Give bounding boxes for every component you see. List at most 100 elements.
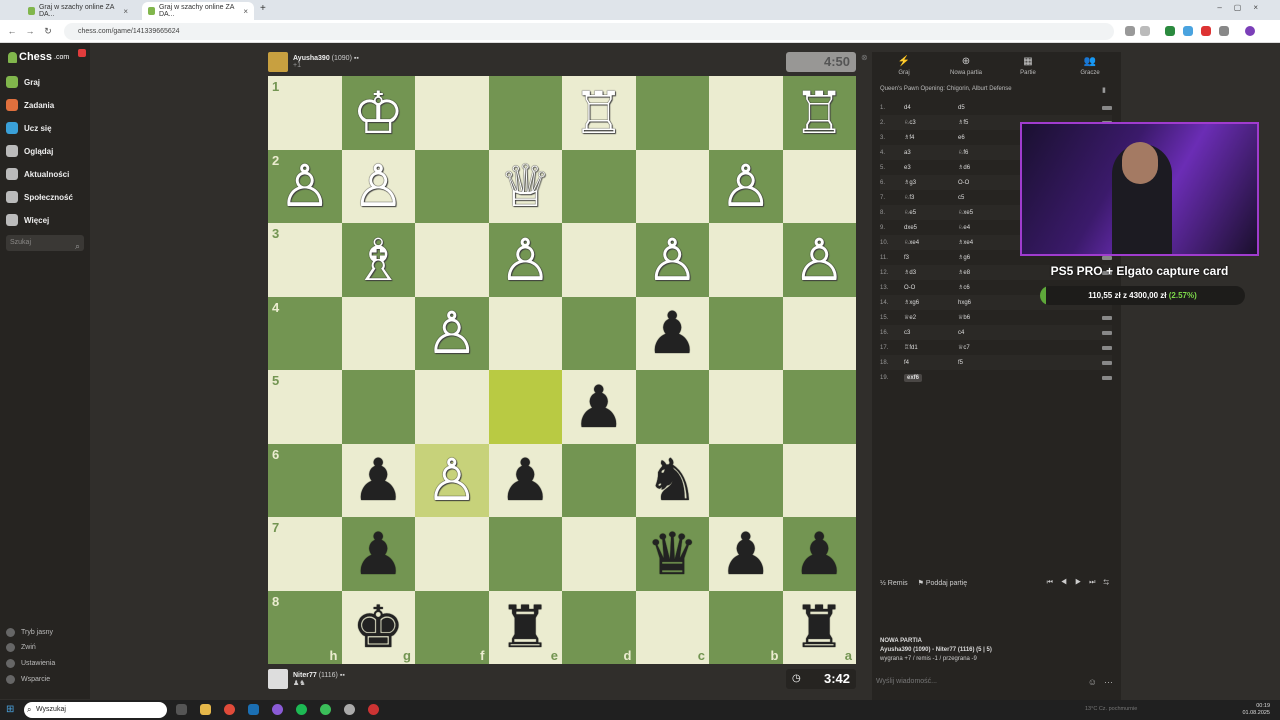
app-icon[interactable] [272, 704, 283, 715]
avatar[interactable] [268, 669, 288, 689]
square-d1[interactable]: ♖ [562, 76, 636, 150]
top-player-name[interactable]: Ayusha390 [293, 55, 330, 62]
white-move[interactable]: ♘f3 [904, 194, 958, 201]
square-d5[interactable]: ♟ [562, 370, 636, 444]
sidebar-item-5[interactable]: Aktualności [6, 165, 69, 183]
square-f4[interactable]: ♙ [415, 296, 489, 370]
chat-input[interactable]: Wyślij wiadomość... ☺ ⋯ [872, 674, 1121, 690]
square-e5[interactable] [488, 370, 562, 444]
black-pawn-icon[interactable]: ♟ [793, 525, 845, 583]
square-c2[interactable] [635, 149, 709, 223]
square-b3[interactable] [709, 223, 783, 297]
white-pawn-icon[interactable]: ♙ [720, 157, 772, 215]
white-move[interactable]: exf6 [904, 373, 958, 382]
square-a1[interactable]: ♖ [782, 76, 856, 150]
obs-icon[interactable] [344, 704, 355, 715]
back-icon[interactable]: ← [6, 25, 18, 37]
search-input[interactable]: Szukaj ⌕ [6, 235, 84, 251]
black-move[interactable]: ♗e8 [958, 269, 1012, 276]
square-c6[interactable]: ♞ [635, 443, 709, 517]
task-view-icon[interactable] [176, 704, 187, 715]
white-pawn-icon[interactable]: ♙ [352, 157, 404, 215]
square-f2[interactable] [415, 149, 489, 223]
square-e2[interactable]: ♕ [488, 149, 562, 223]
panel-tab-1[interactable]: ⚡ Graj [874, 56, 934, 76]
extension-icon[interactable] [1201, 26, 1211, 36]
system-clock[interactable]: 00:19 01.08.2025 [1242, 703, 1270, 717]
sidebar-item-3[interactable]: Ucz się [6, 119, 52, 137]
white-move[interactable]: ♕e2 [904, 314, 958, 321]
square-d6[interactable] [562, 443, 636, 517]
square-h7[interactable]: 7 [268, 517, 342, 591]
black-move[interactable]: hxg6 [958, 300, 1012, 306]
black-pawn-icon[interactable]: ♟ [573, 378, 625, 436]
forward-icon[interactable]: → [24, 25, 36, 37]
spotify-icon[interactable] [296, 704, 307, 715]
profile-avatar-icon[interactable] [1245, 26, 1255, 36]
square-c4[interactable]: ♟ [635, 296, 709, 370]
move-navigation-icons[interactable]: ⏮ ◀ ▶ ⏭ ⇆ [1047, 579, 1112, 587]
white-bishop-icon[interactable]: ♗ [352, 231, 404, 289]
panel-tab-3[interactable]: ▦ Partie [998, 56, 1058, 76]
square-b5[interactable] [709, 370, 783, 444]
black-pawn-icon[interactable]: ♟ [352, 525, 404, 583]
panel-tab-2[interactable]: ⊕ Nowa partia [936, 56, 996, 76]
white-pawn-icon[interactable]: ♙ [499, 231, 551, 289]
square-h6[interactable]: 6 [268, 443, 342, 517]
browser-tab-1[interactable]: Graj w szachy online ZA DA... × [22, 2, 134, 20]
square-b6[interactable] [709, 443, 783, 517]
square-g4[interactable] [341, 296, 415, 370]
sidebar-item-7[interactable]: Więcej [6, 211, 49, 229]
square-g1[interactable]: ♔ [341, 76, 415, 150]
bottom-player-name[interactable]: Niter77 [293, 672, 317, 679]
square-d4[interactable] [562, 296, 636, 370]
more-icon[interactable]: ⋯ [1104, 674, 1113, 690]
black-queen-icon[interactable]: ♛ [646, 525, 698, 583]
square-b8[interactable]: b [709, 590, 783, 664]
square-e8[interactable]: e ♜ [488, 590, 562, 664]
black-move[interactable]: ♕b6 [958, 314, 1012, 321]
white-move[interactable]: ♖fd1 [904, 344, 958, 351]
square-f7[interactable] [415, 517, 489, 591]
file-explorer-icon[interactable] [200, 704, 211, 715]
square-d8[interactable]: d [562, 590, 636, 664]
square-g3[interactable]: ♗ [341, 223, 415, 297]
square-c7[interactable]: ♛ [635, 517, 709, 591]
black-king-icon[interactable]: ♚ [352, 598, 404, 656]
square-f1[interactable] [415, 76, 489, 150]
square-b7[interactable]: ♟ [709, 517, 783, 591]
new-game-players[interactable]: Ayusha390 (1090) - Niter77 (1116) (5 | 5… [880, 647, 992, 653]
square-e6[interactable]: ♟ [488, 443, 562, 517]
white-move[interactable]: f3 [904, 255, 958, 261]
square-a3[interactable]: ♙ [782, 223, 856, 297]
collapse-button[interactable]: Zwiń [6, 640, 36, 654]
white-move[interactable]: dxe5 [904, 225, 958, 231]
square-h2[interactable]: 2 ♙ [268, 149, 342, 223]
square-e1[interactable] [488, 76, 562, 150]
square-d3[interactable] [562, 223, 636, 297]
black-move[interactable]: c4 [958, 330, 1012, 336]
resign-button[interactable]: ⚑ Poddaj partię [918, 579, 968, 587]
white-move[interactable]: a3 [904, 150, 958, 156]
white-move[interactable]: ♗g3 [904, 179, 958, 186]
square-c3[interactable]: ♙ [635, 223, 709, 297]
white-king-icon[interactable]: ♔ [352, 84, 404, 142]
square-f8[interactable]: f [415, 590, 489, 664]
square-b4[interactable] [709, 296, 783, 370]
extension-icon[interactable] [1183, 26, 1193, 36]
app-icon[interactable] [368, 704, 379, 715]
white-move[interactable]: ♘e5 [904, 209, 958, 216]
black-move[interactable]: ♗g6 [958, 254, 1012, 261]
windows-start-icon[interactable]: ⊞ [6, 704, 14, 715]
emoji-icon[interactable]: ☺ [1088, 674, 1097, 690]
white-move[interactable]: O-O [904, 285, 958, 291]
black-move[interactable]: ♗f5 [958, 119, 1012, 126]
black-move[interactable]: ♘e4 [958, 224, 1012, 231]
square-a6[interactable] [782, 443, 856, 517]
weather-widget[interactable]: 13°C Cz. pochmurnie [1085, 706, 1137, 712]
light-mode-toggle[interactable]: Tryb jasny [6, 625, 53, 639]
white-move[interactable]: c3 [904, 330, 958, 336]
reload-icon[interactable]: ↻ [42, 25, 54, 37]
white-move[interactable]: ♗d3 [904, 269, 958, 276]
white-move[interactable]: ♗xg6 [904, 299, 958, 306]
